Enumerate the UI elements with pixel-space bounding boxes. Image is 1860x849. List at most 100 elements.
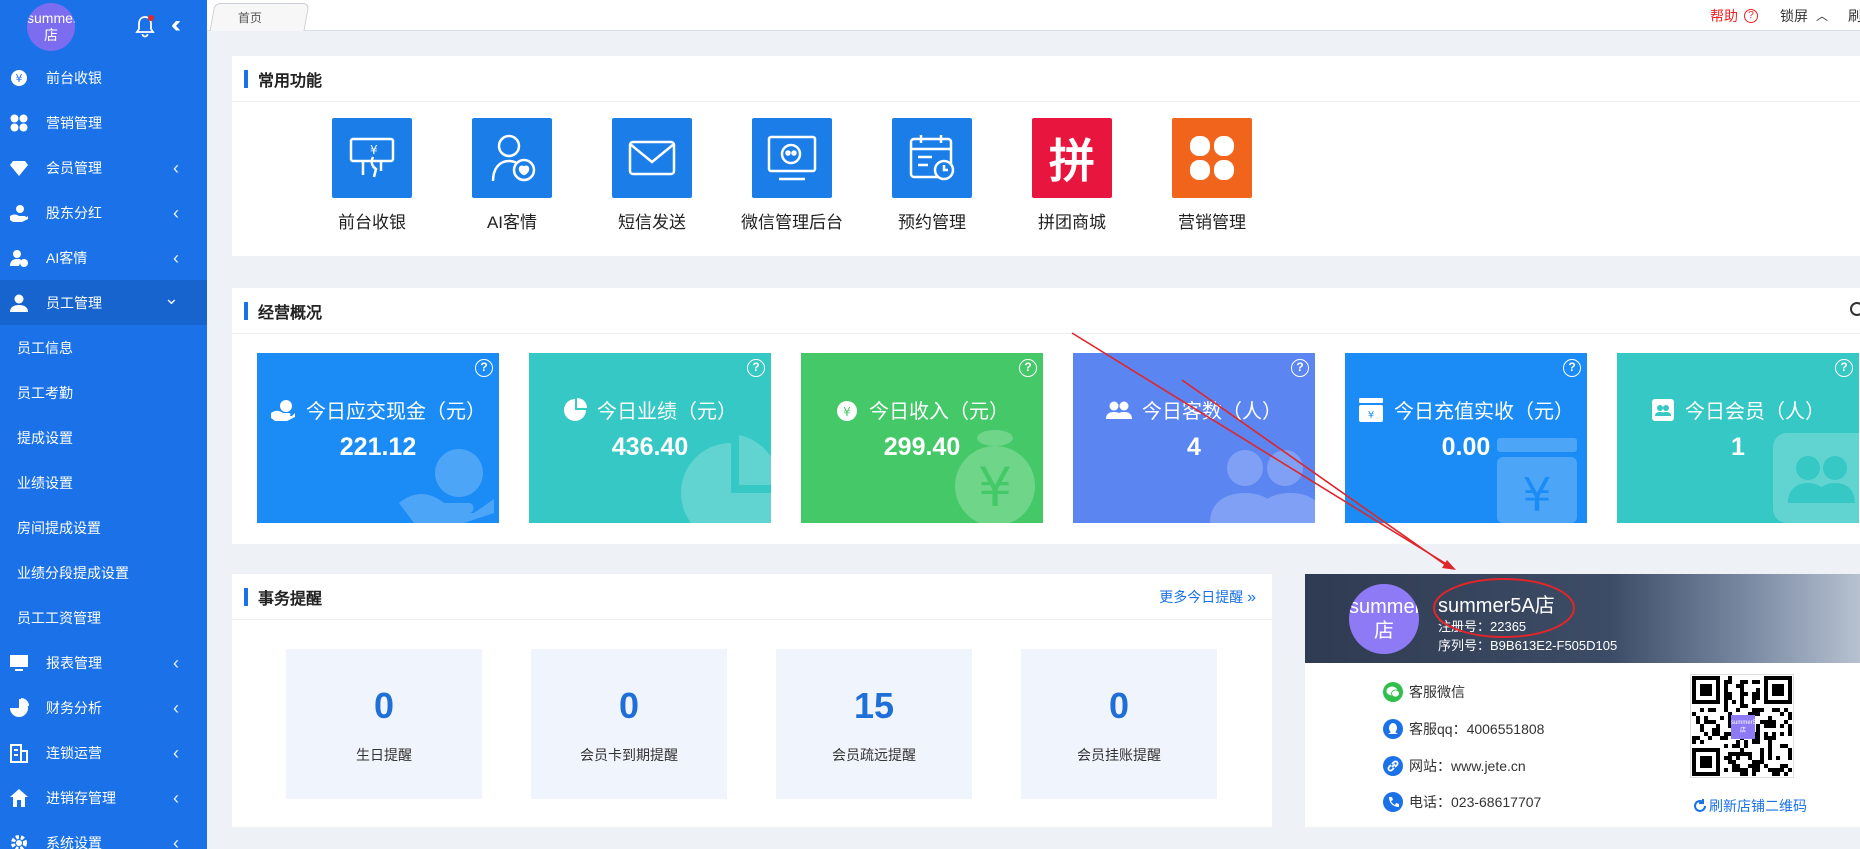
avatar[interactable]: summer5A店 xyxy=(27,3,75,51)
quick-label: 微信管理后台 xyxy=(741,213,843,232)
sidebar-item-members[interactable]: 会员管理 ‹ xyxy=(0,145,207,190)
store-qr-code: summer5A店 xyxy=(1690,674,1794,778)
help-question-icon[interactable]: ? xyxy=(1019,359,1037,377)
reminder-count: 15 xyxy=(853,685,895,726)
quick-label: 营销管理 xyxy=(1178,213,1246,232)
stat-card-recharge[interactable]: ? ¥ 今日充值实收（元） 0.00 ¥ xyxy=(1345,353,1587,523)
submenu-item-staff-info[interactable]: 员工信息 xyxy=(0,325,207,370)
pie-icon xyxy=(8,697,30,719)
help-link[interactable]: 帮助 xyxy=(1710,6,1738,26)
submenu-item-segment-commission[interactable]: 业绩分段提成设置 xyxy=(0,550,207,595)
qq-value: 4006551808 xyxy=(1466,721,1545,737)
submenu-item-performance[interactable]: 业绩设置 xyxy=(0,460,207,505)
qr-center-label: summer5A店 xyxy=(1731,715,1755,739)
pie-icon xyxy=(681,435,771,523)
stat-card-customers[interactable]: ? 今日客数（人） 4 xyxy=(1073,353,1315,523)
sidebar-item-label: 连锁运营 xyxy=(46,744,102,761)
sidebar-item-frontdesk[interactable]: ¥ 前台收银 xyxy=(0,55,207,100)
refresh-qr-link[interactable]: 刷新店铺二维码 xyxy=(1693,796,1807,816)
reminder-label: 生日提醒 xyxy=(356,747,412,763)
stat-label: 今日充值实收（元） xyxy=(1394,401,1574,423)
grid-dots-icon xyxy=(8,112,30,134)
help-question-icon[interactable]: ? xyxy=(1835,359,1853,377)
wechat-icon xyxy=(1383,682,1403,702)
phone-icon xyxy=(1383,792,1403,812)
chevron-left-icon: ‹ xyxy=(173,698,179,718)
search-icon[interactable] xyxy=(1850,302,1860,316)
svg-text:¥: ¥ xyxy=(978,456,1012,519)
sidebar-item-label: 报表管理 xyxy=(46,654,102,671)
stat-card-income[interactable]: ? ¥ 今日收入（元） 299.40 ¥ xyxy=(801,353,1043,523)
sidebar-item-chain[interactable]: 连锁运营 ‹ xyxy=(0,730,207,775)
top-bar-actions: 帮助 ? 锁屏 ︿ 刷 xyxy=(1710,0,1860,31)
monitor-icon xyxy=(8,652,30,674)
contact-website: 网站： www.jete.cn xyxy=(1383,756,1526,776)
svg-text:¥: ¥ xyxy=(843,405,851,419)
reminder-label: 会员挂账提醒 xyxy=(1077,747,1161,763)
sidebar-item-label: 营销管理 xyxy=(46,114,102,131)
quick-label: 预约管理 xyxy=(898,213,966,232)
users-icon xyxy=(1210,450,1315,523)
hand-coin-icon xyxy=(399,449,494,523)
sidebar-item-label: 进销存管理 xyxy=(46,789,116,806)
refresh-link[interactable]: 刷 xyxy=(1848,6,1860,26)
member-card-icon xyxy=(1773,433,1859,523)
divider xyxy=(232,101,1860,102)
reminder-card-expiry[interactable]: 0 会员卡到期提醒 xyxy=(531,649,727,799)
help-question-icon[interactable]: ? xyxy=(1291,359,1309,377)
stat-card-cash[interactable]: ? 今日应交现金（元） 221.12 xyxy=(257,353,499,523)
submenu-item-room-commission[interactable]: 房间提成设置 xyxy=(0,505,207,550)
reminder-inactive-members[interactable]: 15 会员疏远提醒 xyxy=(776,649,972,799)
stat-card-performance[interactable]: ? 今日业绩（元） 436.40 xyxy=(529,353,771,523)
more-reminders-link[interactable]: 更多今日提醒 » xyxy=(1159,587,1256,607)
reminder-birthday[interactable]: 0 生日提醒 xyxy=(286,649,482,799)
quick-frontdesk[interactable]: ¥ 前台收银 xyxy=(302,118,442,233)
submenu-item-salary[interactable]: 员工工资管理 xyxy=(0,595,207,640)
svg-text:¥: ¥ xyxy=(370,143,378,157)
submenu-item-commission[interactable]: 提成设置 xyxy=(0,415,207,460)
chevron-left-icon: ‹ xyxy=(173,248,179,268)
collapse-sidebar-icon[interactable]: ‹‹ xyxy=(171,13,181,37)
help-question-icon[interactable]: ? xyxy=(747,359,765,377)
user-icon xyxy=(8,292,30,314)
lock-screen-button[interactable]: 锁屏 xyxy=(1780,6,1808,26)
quick-sms[interactable]: 短信发送 xyxy=(582,118,722,233)
quick-marketing[interactable]: 营销管理 xyxy=(1142,118,1282,233)
bell-icon[interactable] xyxy=(134,14,156,38)
help-question-icon[interactable]: ? xyxy=(475,359,493,377)
help-question-icon[interactable]: ? xyxy=(1743,8,1758,23)
tab-home[interactable]: 首页 xyxy=(209,3,310,31)
sidebar-item-label: 股东分红 xyxy=(46,204,102,221)
phone-label: 电话： xyxy=(1409,794,1451,810)
submenu-item-attendance[interactable]: 员工考勤 xyxy=(0,370,207,415)
sidebar-item-finance[interactable]: 财务分析 ‹ xyxy=(0,685,207,730)
website-value[interactable]: www.jete.cn xyxy=(1451,758,1526,774)
stat-card-members[interactable]: ? 今日会员（人） 1 xyxy=(1617,353,1859,523)
help-question-icon[interactable]: ? xyxy=(1563,359,1581,377)
quick-group-buy[interactable]: 拼 拼团商城 xyxy=(1002,118,1142,233)
sidebar-item-staff[interactable]: 员工管理 ⌄ xyxy=(0,280,207,325)
sidebar-item-ai[interactable]: AI客情 ‹ xyxy=(0,235,207,280)
chevron-left-icon: ‹ xyxy=(173,788,179,808)
sidebar-item-settings[interactable]: 系统设置 ‹ xyxy=(0,820,207,849)
chevron-left-icon: ‹ xyxy=(173,653,179,673)
hand-coin-icon xyxy=(270,399,296,421)
chevron-left-icon: ‹ xyxy=(173,203,179,223)
sidebar-item-shareholders[interactable]: 股东分红 ‹ xyxy=(0,190,207,235)
envelope-icon xyxy=(612,118,692,198)
sidebar-item-marketing[interactable]: 营销管理 xyxy=(0,100,207,145)
hand-coin-icon xyxy=(8,202,30,224)
shop-info-panel: summer5A店 summer5A店 注册号：22365 序列号：B9B613… xyxy=(1305,574,1860,827)
refresh-icon xyxy=(1694,799,1706,812)
quick-ai-customer[interactable]: AI客情 xyxy=(442,118,582,233)
reminder-credit[interactable]: 0 会员挂账提醒 xyxy=(1021,649,1217,799)
quick-appointment[interactable]: 预约管理 xyxy=(862,118,1002,233)
registration-number: 注册号：22365 xyxy=(1438,616,1526,635)
sidebar-item-reports[interactable]: 报表管理 ‹ xyxy=(0,640,207,685)
contact-wechat: 客服微信 xyxy=(1383,682,1465,702)
stat-label: 今日客数（人） xyxy=(1142,401,1282,423)
sidebar-item-inventory[interactable]: 进销存管理 ‹ xyxy=(0,775,207,820)
chevron-up-icon[interactable]: ︿ xyxy=(1816,7,1828,24)
more-reminders-label: 更多今日提醒 xyxy=(1159,589,1244,605)
quick-wechat-admin[interactable]: 微信管理后台 xyxy=(722,118,862,233)
